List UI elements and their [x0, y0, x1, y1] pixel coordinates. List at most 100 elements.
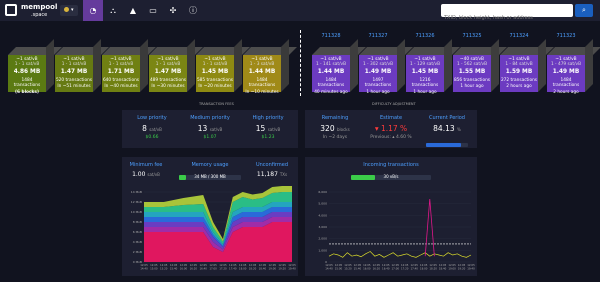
y-tick-label: 6 MvB: [133, 230, 142, 234]
block-side-face: [444, 39, 452, 92]
x-tick-label: 16:00: [363, 266, 371, 270]
blocks-icon[interactable]: ⛬: [103, 0, 123, 21]
graphs-icon[interactable]: ▲: [123, 0, 143, 21]
memory-usage-text: 34 MB / 300 MB: [194, 174, 226, 179]
pending-block[interactable]: ~1 sat/vB 1 - 3 sat/vB 1.44 MB 1484 transac…: [243, 39, 297, 95]
dashboard-icon[interactable]: ◔: [83, 0, 103, 21]
block-tx-count: 1497 transactions: [364, 78, 392, 89]
pending-block[interactable]: ~1 sat/vB 1 - 1 sat/vB 1.47 MB 520 transact…: [55, 39, 109, 92]
block-size: 1.44 MB: [248, 69, 276, 76]
tools-icon[interactable]: ✣: [163, 0, 183, 21]
y-tick-label: 6,000: [318, 190, 327, 194]
x-tick-label: 16:00: [180, 266, 188, 270]
pending-block[interactable]: ~1 sat/vB 1 - 1 sat/vB 1.47 MB 489 transact…: [149, 39, 203, 92]
x-tick-label: 19:20: [278, 266, 286, 270]
medium-priority-usd: $1.07: [203, 135, 217, 140]
block-time: 1 hour ago: [460, 84, 484, 90]
pending-block[interactable]: ~1 sat/vB 1 - 1 sat/vB 1.71 MB 640 transact…: [102, 39, 156, 92]
logo-text: mempool: [21, 3, 58, 11]
mempool-card: Minimum fee 1.00 sat/vB Memory usage 34 …: [122, 157, 298, 276]
block-size: 4.86 MB: [13, 69, 41, 76]
block-tx-count: 1216 transactions: [411, 78, 439, 89]
x-tick-label: 15:00: [150, 266, 158, 270]
block-time: 2 hours ago: [553, 89, 579, 95]
block-fee-range: 1 - 1 sat/vB: [155, 62, 181, 68]
block-size: 1.47 MB: [154, 69, 182, 76]
block-tx-count: 585 transactions: [196, 78, 234, 84]
x-tick-label: 17:20: [219, 266, 227, 270]
block-eta: In ~40 minutes: [104, 84, 138, 90]
block-height[interactable]: 711325: [453, 33, 491, 39]
search-box[interactable]: [441, 4, 573, 25]
x-tick-label: 19:40: [288, 266, 296, 270]
x-tick-label: 15:40: [170, 266, 178, 270]
x-tick-label: 14:40: [325, 266, 333, 270]
block-side-face: [93, 39, 101, 92]
y-tick-label: 3,000: [318, 225, 327, 229]
search-button[interactable]: ⌕: [575, 4, 593, 17]
mempool-logo[interactable]: mempool .space: [5, 3, 57, 19]
fees-card: Low priority 8 sat/vB $0.66 Medium prior…: [122, 110, 298, 148]
block-eta: In ~10 minutes: [245, 89, 279, 95]
block-height[interactable]: 711327: [359, 33, 397, 39]
x-tick-label: 17:40: [229, 266, 237, 270]
estimate-label: Estimate: [379, 115, 403, 121]
x-tick-label: 19:20: [458, 266, 466, 270]
block-time: 2 hours ago: [506, 84, 532, 90]
block-tx-count: 1484 transactions: [248, 78, 276, 89]
x-tick-label: 18:40: [439, 266, 447, 270]
period-progress-fill: [426, 143, 462, 147]
block-size: 1.47 MB: [60, 69, 88, 76]
low-priority-value: 8: [142, 124, 147, 133]
medium-priority-label: Medium priority: [190, 115, 230, 121]
minimum-fee-label: Minimum fee: [129, 162, 163, 168]
low-priority-unit: sat/vB: [149, 127, 162, 132]
mined-block[interactable]: 711325 ~40 sat/vB 1 - 562 sat/vB 1.55 MB 856…: [453, 33, 507, 92]
info-icon[interactable]: ⓘ: [183, 0, 203, 21]
block-side-face: [140, 39, 148, 92]
incoming-card: Incoming transactions 30 vB/s 0 1,000 2,00…: [305, 157, 477, 276]
memory-usage-bar: 34 MB / 300 MB: [179, 174, 241, 180]
current-period-stat: Current Period 84.13 %: [422, 115, 472, 147]
network-selector[interactable]: ▾: [60, 5, 78, 16]
block-side-face: [281, 39, 289, 92]
pending-block[interactable]: ~1 sat/vB 1 - 1 sat/vB 4.86 MB 1484 transac…: [8, 39, 62, 95]
block-height[interactable]: 711328: [312, 33, 350, 39]
current-period-value: 84.13: [433, 124, 455, 133]
mined-block[interactable]: 711326 ~1 sat/vB 1 - 129 sat/vB 1.45 MB 1216…: [406, 33, 460, 95]
medium-priority-unit: sat/vB: [209, 127, 223, 132]
block-time: 1 hour ago: [366, 89, 390, 95]
current-period-unit: %: [457, 127, 461, 132]
pending-block[interactable]: ~1 sat/vB 1 - 1 sat/vB 1.45 MB 585 transact…: [196, 39, 250, 92]
high-priority-label: High priority: [252, 115, 284, 121]
search-icon: ⌕: [582, 6, 586, 14]
x-tick-label: 17:00: [392, 266, 400, 270]
mined-block[interactable]: 711324 ~1 sat/vB 1 - 84 sat/vB 1.59 MB 272 t…: [500, 33, 554, 92]
tv-icon[interactable]: ▭: [143, 0, 163, 21]
mined-block[interactable]: 711328 ~1 sat/vB 1 - 141 sat/vB 1.44 MB 1484…: [312, 33, 366, 95]
unconfirmed-label: Unconfirmed: [255, 162, 289, 168]
block-height[interactable]: 711323: [547, 33, 585, 39]
high-priority-usd: $1.23: [261, 135, 275, 140]
block-fee-range: 1 - 141 sat/vB: [315, 62, 347, 68]
block-side-face: [491, 39, 499, 92]
x-tick-label: 18:20: [429, 266, 437, 270]
block-eta: In ~51 minutes: [57, 84, 91, 90]
mined-block[interactable]: 711327 ~1 sat/vB 1 - 302 sat/vB 1.49 MB 1497…: [359, 33, 413, 95]
x-tick-label: 18:00: [239, 266, 247, 270]
y-tick-label: 2,000: [318, 237, 327, 241]
y-tick-label: 2 MvB: [133, 250, 142, 254]
mined-block[interactable]: 711323 ~1 sat/vB 1 - 479 sat/vB 1.49 MB 1484…: [547, 33, 600, 95]
x-tick-label: 16:40: [199, 266, 207, 270]
incoming-tx-chart: 01,0002,0003,0004,0005,0006,00012:0514:4…: [318, 190, 475, 270]
x-tick-label: 16:40: [382, 266, 390, 270]
incoming-progress-text: 30 vB/s: [383, 174, 399, 179]
search-input[interactable]: [441, 11, 573, 25]
block-height[interactable]: 711324: [500, 33, 538, 39]
high-priority-value: 15: [255, 124, 266, 133]
block-side-face: [350, 39, 358, 92]
block-height[interactable]: 711326: [406, 33, 444, 39]
period-progress-bar: [426, 143, 468, 147]
logo-subtext: .space: [31, 12, 48, 18]
estimate-previous: Previous: ▴ 4.60 %: [370, 135, 412, 140]
